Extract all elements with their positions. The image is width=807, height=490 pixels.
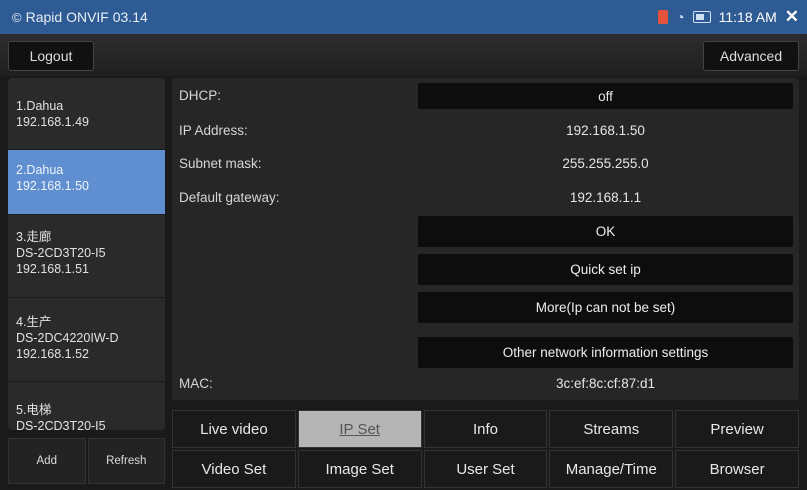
tab-live-video[interactable]: Live video xyxy=(172,410,296,448)
device-name: 2.Dahua xyxy=(16,163,64,177)
tab-browser[interactable]: Browser xyxy=(675,450,799,488)
device-name: 4.生产 xyxy=(16,315,52,329)
device-ip: 192.168.1.51 xyxy=(16,262,89,276)
device-name: 3.走廊 xyxy=(16,230,52,244)
device-ip: 192.168.1.50 xyxy=(16,179,89,193)
tab-video-set[interactable]: Video Set xyxy=(172,450,296,488)
sim-card-icon xyxy=(658,10,669,24)
device-model: DS-2DC4220IW-D xyxy=(16,331,119,345)
ok-button[interactable]: OK xyxy=(418,216,793,247)
refresh-button[interactable]: Refresh xyxy=(87,438,165,484)
tab-streams[interactable]: Streams xyxy=(549,410,674,448)
tab-image-set[interactable]: Image Set xyxy=(297,450,422,488)
top-toolbar: Logout Advanced xyxy=(0,34,807,76)
device-list-actions: Add Refresh xyxy=(8,438,165,484)
wifi-icon: ◔ xyxy=(676,9,685,25)
status-icons: ◔ 11:18 AM ✕ xyxy=(658,0,799,34)
device-name: 5.电梯 xyxy=(16,403,52,417)
tab-manage-time[interactable]: Manage/Time xyxy=(549,450,674,488)
tab-user-set[interactable]: User Set xyxy=(423,450,548,488)
ip-address-label: IP Address: xyxy=(179,123,248,138)
mac-value: 3c:ef:8c:cf:87:d1 xyxy=(555,375,656,391)
mac-label: MAC: xyxy=(179,376,213,391)
device-model: DS-2CD3T20-I5 xyxy=(16,419,106,430)
ip-settings-panel: DHCP: off IP Address: 192.168.1.50 Subne… xyxy=(172,78,799,400)
more-settings-button[interactable]: More(Ip can not be set) xyxy=(418,292,793,323)
add-button[interactable]: Add xyxy=(8,438,86,484)
battery-icon xyxy=(692,11,711,23)
dhcp-toggle[interactable]: off xyxy=(418,83,793,109)
logout-button[interactable]: Logout xyxy=(8,41,94,71)
subnet-mask-field[interactable]: 255.255.255.0 xyxy=(418,150,793,176)
device-name: 1.Dahua xyxy=(16,99,64,113)
function-tabs: Live video IP Set Info Streams Preview V… xyxy=(172,410,799,488)
device-model: DS-2CD3T20-I5 xyxy=(16,246,106,260)
tab-info[interactable]: Info xyxy=(423,410,548,448)
tab-ip-set[interactable]: IP Set xyxy=(297,410,422,448)
gateway-field[interactable]: 192.168.1.1 xyxy=(418,184,793,210)
device-item-2-selected[interactable]: 2.Dahua 192.168.1.50 xyxy=(8,150,165,215)
status-bar: © Rapid ONVIF 03.14 ◔ 11:18 AM ✕ xyxy=(0,0,807,34)
subnet-mask-label: Subnet mask: xyxy=(179,156,262,171)
device-item-3[interactable]: 3.走廊 DS-2CD3T20-I5 192.168.1.51 xyxy=(8,215,165,298)
device-item-5[interactable]: 5.电梯 DS-2CD3T20-I5 xyxy=(8,382,165,430)
close-icon[interactable]: ✕ xyxy=(785,7,799,27)
quick-set-ip-button[interactable]: Quick set ip xyxy=(418,254,793,285)
advanced-button[interactable]: Advanced xyxy=(703,41,799,71)
device-list: 1.Dahua 192.168.1.49 2.Dahua 192.168.1.5… xyxy=(8,78,165,430)
app-title-text: Rapid ONVIF 03.14 xyxy=(25,9,148,25)
dhcp-label: DHCP: xyxy=(179,88,222,103)
tab-preview[interactable]: Preview xyxy=(675,410,799,448)
device-item-1[interactable]: 1.Dahua 192.168.1.49 xyxy=(8,78,165,150)
device-item-4[interactable]: 4.生产 DS-2DC4220IW-D 192.168.1.52 xyxy=(8,298,165,382)
ip-address-field[interactable]: 192.168.1.50 xyxy=(418,117,793,143)
device-ip: 192.168.1.49 xyxy=(16,115,89,129)
app-logo-icon: © xyxy=(12,9,22,25)
clock: 11:18 AM xyxy=(718,9,777,25)
other-network-settings-button[interactable]: Other network information settings xyxy=(418,337,793,368)
gateway-label: Default gateway: xyxy=(179,190,280,205)
app-title: © Rapid ONVIF 03.14 xyxy=(12,9,148,25)
device-ip: 192.168.1.52 xyxy=(16,347,89,361)
